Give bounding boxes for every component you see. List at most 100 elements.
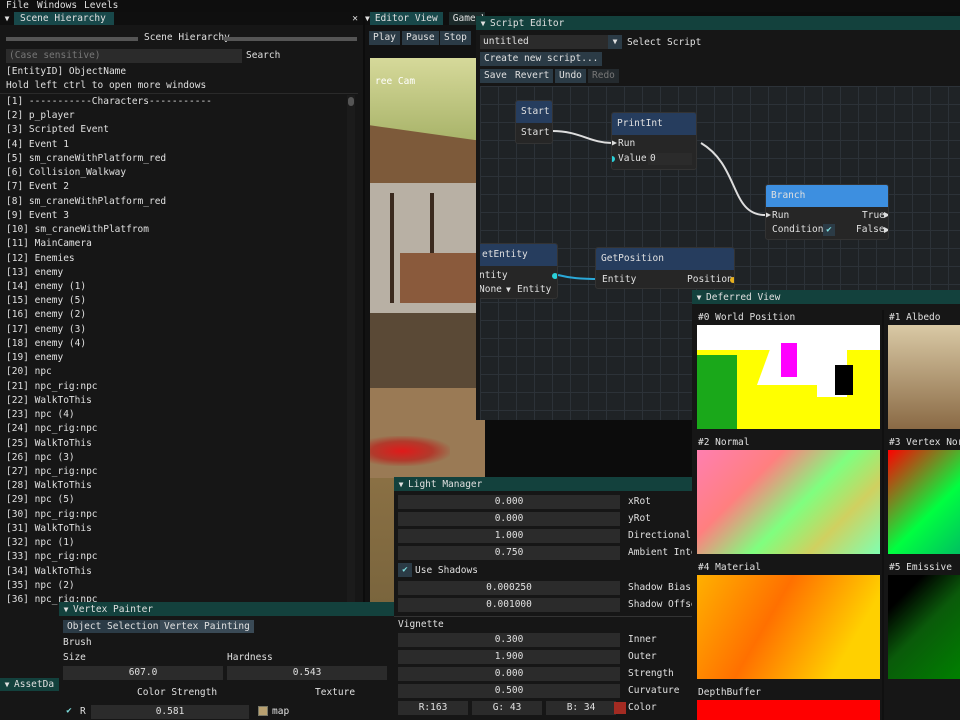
strength-slider[interactable]: 0.000: [398, 667, 620, 681]
entity-pin-icon[interactable]: [552, 273, 557, 279]
curvature-slider[interactable]: 0.500: [398, 684, 620, 698]
list-item[interactable]: [35] npc (2): [6, 579, 75, 592]
list-item[interactable]: [34] WalkToThis: [6, 565, 92, 578]
scrollbar-thumb[interactable]: [348, 97, 354, 106]
list-item[interactable]: [11] MainCamera: [6, 237, 92, 250]
list-item[interactable]: [4] Event 1: [6, 138, 69, 151]
list-scrollbar[interactable]: [347, 95, 355, 603]
value-input[interactable]: 0: [648, 153, 692, 165]
list-item[interactable]: [9] Event 3: [6, 209, 69, 222]
stop-button[interactable]: Stop: [440, 31, 471, 45]
scene-hierarchy-tab[interactable]: Scene Hierarchy: [14, 12, 114, 25]
list-item[interactable]: [6] Collision_Walkway: [6, 166, 126, 179]
list-item[interactable]: [31] WalkToThis: [6, 522, 92, 535]
collapse-icon[interactable]: ▼: [394, 480, 408, 489]
list-item[interactable]: [10] sm_craneWithPlatfrom: [6, 223, 149, 236]
color-swatch[interactable]: [614, 702, 626, 714]
save-button[interactable]: Save: [480, 69, 511, 83]
list-item[interactable]: [2] p_player: [6, 109, 75, 122]
list-item[interactable]: [33] npc_rig:npc: [6, 550, 98, 563]
getentity-node[interactable]: etEntity ntity None ▼ Entity: [480, 243, 558, 299]
list-item[interactable]: [32] npc (1): [6, 536, 75, 549]
menu-windows[interactable]: Windows: [37, 0, 77, 12]
getposition-node-header: GetPosition: [596, 248, 734, 270]
collapse-icon[interactable]: ▼: [59, 605, 73, 614]
ambient-slider[interactable]: 0.750: [398, 546, 620, 560]
condition-checkbox[interactable]: ✔: [823, 224, 835, 236]
use-shadows-checkbox[interactable]: ✔: [398, 563, 412, 577]
list-item[interactable]: [15] enemy (5): [6, 294, 86, 307]
tab-object-selection[interactable]: Object Selection: [63, 620, 163, 633]
list-item[interactable]: [19] enemy: [6, 351, 63, 364]
list-item[interactable]: [22] WalkToThis: [6, 394, 92, 407]
shadow-bias-slider[interactable]: 0.000250: [398, 581, 620, 595]
dropdown-arrow-icon[interactable]: ▼: [506, 284, 511, 296]
list-item[interactable]: [8] sm_craneWithPlatform_red: [6, 195, 166, 208]
pause-button[interactable]: Pause: [402, 31, 439, 45]
directional-slider[interactable]: 1.000: [398, 529, 620, 543]
list-item[interactable]: [16] enemy (2): [6, 308, 86, 321]
dropdown-arrow-icon[interactable]: ▼: [608, 35, 622, 49]
menu-levels[interactable]: Levels: [84, 0, 118, 12]
list-item[interactable]: [27] npc_rig:npc: [6, 465, 98, 478]
collapse-icon[interactable]: ▼: [692, 293, 706, 302]
color-g-input[interactable]: G: 43: [472, 701, 542, 715]
r-strength-slider[interactable]: 0.581: [91, 705, 249, 719]
collapse-icon[interactable]: ▼: [0, 680, 14, 689]
script-editor-titlebar: ▼ Script Editor: [476, 16, 960, 30]
asset-tab[interactable]: AssetDa: [14, 679, 54, 690]
getposition-node[interactable]: GetPosition Entity Position: [595, 247, 735, 289]
editor-view-tab[interactable]: Editor View: [369, 12, 443, 25]
printint-node[interactable]: PrintInt Run Value 0: [611, 112, 697, 170]
list-item[interactable]: [5] sm_craneWithPlatform_red: [6, 152, 166, 165]
inner-slider[interactable]: 0.300: [398, 633, 620, 647]
deferred-view-window: ▼ Deferred View #0 World Position #1 Alb…: [692, 290, 960, 720]
revert-button[interactable]: Revert: [511, 69, 554, 83]
redo-button[interactable]: Redo: [588, 69, 619, 83]
list-item[interactable]: [23] npc (4): [6, 408, 75, 421]
list-item[interactable]: [13] enemy: [6, 266, 63, 279]
list-item[interactable]: [14] enemy (1): [6, 280, 86, 293]
collapse-icon[interactable]: ▼: [0, 14, 14, 23]
exec-pin-icon[interactable]: [884, 212, 888, 218]
list-item[interactable]: [21] npc_rig:npc: [6, 380, 98, 393]
exec-pin-icon[interactable]: [766, 212, 771, 218]
list-item[interactable]: [25] WalkToThis: [6, 437, 92, 450]
position-pin-icon[interactable]: [730, 277, 734, 283]
exec-pin-icon[interactable]: [612, 140, 617, 146]
size-slider[interactable]: 607.0: [63, 666, 223, 680]
list-item[interactable]: [18] enemy (4): [6, 337, 86, 350]
list-item[interactable]: [20] npc: [6, 365, 52, 378]
list-item[interactable]: [17] enemy (3): [6, 323, 86, 336]
color-r-input[interactable]: R:163: [398, 701, 468, 715]
xrot-slider[interactable]: 0.000: [398, 495, 620, 509]
undo-button[interactable]: Undo: [555, 69, 586, 83]
branch-node[interactable]: Branch Run True Condition ✔ False: [765, 184, 889, 240]
close-icon[interactable]: ✕: [352, 12, 358, 25]
exec-pin-icon[interactable]: [884, 227, 888, 233]
yrot-slider[interactable]: 0.000: [398, 512, 620, 526]
r-channel-checkbox[interactable]: ✔: [63, 705, 75, 717]
list-item[interactable]: [30] npc_rig:npc: [6, 508, 98, 521]
search-input[interactable]: (Case sensitive): [6, 49, 242, 63]
outer-slider[interactable]: 1.900: [398, 650, 620, 664]
collapse-icon[interactable]: ▼: [476, 19, 490, 28]
start-node[interactable]: Start Start: [515, 100, 553, 144]
list-item[interactable]: [28] WalkToThis: [6, 479, 92, 492]
value-pin-icon[interactable]: [612, 156, 615, 162]
hardness-slider[interactable]: 0.543: [227, 666, 387, 680]
list-item[interactable]: [7] Event 2: [6, 180, 69, 193]
shadow-offset-slider[interactable]: 0.001000: [398, 598, 620, 612]
list-item[interactable]: [12] Enemies: [6, 252, 75, 265]
menu-file[interactable]: File: [6, 0, 29, 12]
tab-vertex-painting[interactable]: Vertex Painting: [160, 620, 254, 633]
list-item[interactable]: [3] Scripted Event: [6, 123, 109, 136]
list-item[interactable]: [29] npc (5): [6, 493, 75, 506]
list-item[interactable]: [1] -----------Characters-----------: [6, 95, 212, 108]
color-b-input[interactable]: B: 34: [546, 701, 616, 715]
create-script-button[interactable]: Create new script...: [480, 52, 603, 66]
list-item[interactable]: [24] npc_rig:npc: [6, 422, 98, 435]
play-button[interactable]: Play: [369, 31, 400, 45]
script-name-select[interactable]: untitled: [480, 35, 608, 49]
list-item[interactable]: [26] npc (3): [6, 451, 75, 464]
